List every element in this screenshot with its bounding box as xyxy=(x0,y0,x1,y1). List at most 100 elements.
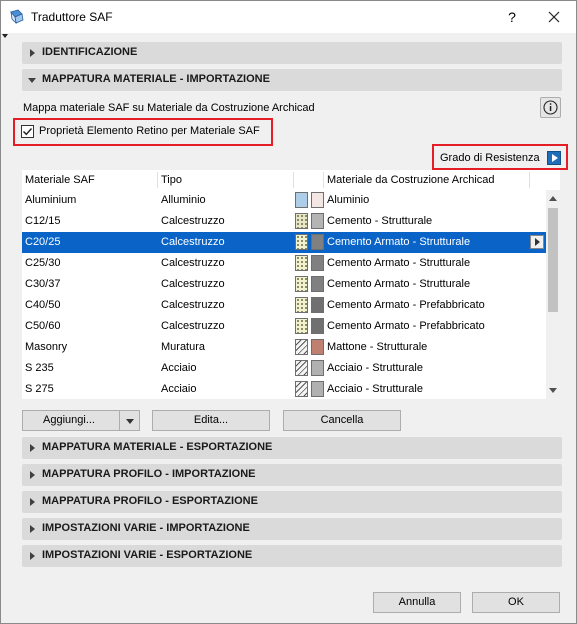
cell-materiale-archicad: Mattone - Strutturale xyxy=(327,341,428,353)
cell-materiale-archicad: Aluminio xyxy=(327,194,370,206)
cell-materiale-saf: S 275 xyxy=(25,383,54,395)
table-row[interactable]: C40/50 Calcestruzzo Cemento Armato - Prefa… xyxy=(22,295,546,316)
column-header-tipo[interactable]: Tipo xyxy=(161,174,182,186)
material-table: Materiale SAF Tipo Materiale da Costruzi… xyxy=(22,170,560,399)
section-label: IDENTIFICAZIONE xyxy=(42,46,138,58)
split-divider xyxy=(119,411,120,430)
cell-materiale-archicad: Cemento Armato - Prefabbricato xyxy=(327,320,485,332)
edit-button[interactable]: Edita... xyxy=(152,410,270,431)
expand-arrow-icon xyxy=(30,49,35,57)
play-arrow-icon xyxy=(535,238,540,246)
cell-materiale-saf: C50/60 xyxy=(25,320,61,332)
material-color-swatch xyxy=(311,255,324,271)
section-impostazioni-varie-importazione[interactable]: IMPOSTAZIONI VARIE - IMPORTAZIONE xyxy=(22,518,562,540)
section-label: IMPOSTAZIONI VARIE - IMPORTAZIONE xyxy=(42,522,250,534)
ok-button[interactable]: OK xyxy=(472,592,560,613)
cell-materiale-archicad: Cemento Armato - Prefabbricato xyxy=(327,299,485,311)
cell-materiale-saf: Masonry xyxy=(25,341,68,353)
add-button[interactable]: Aggiungi... xyxy=(22,410,140,431)
cancel-button[interactable]: Annulla xyxy=(373,592,461,613)
cell-materiale-saf: C40/50 xyxy=(25,299,61,311)
cell-materiale-saf: C30/37 xyxy=(25,278,61,290)
cell-materiale-archicad: Cemento Armato - Strutturale xyxy=(327,278,471,290)
grade-popup-button[interactable] xyxy=(547,151,561,165)
cell-materiale-archicad: Acciaio - Strutturale xyxy=(327,383,423,395)
cell-tipo: Calcestruzzo xyxy=(161,320,225,332)
cell-materiale-saf: S 235 xyxy=(25,362,54,374)
material-color-swatch xyxy=(311,339,324,355)
scroll-thumb[interactable] xyxy=(548,208,558,312)
table-row[interactable]: C25/30 Calcestruzzo Cemento Armato - Strut… xyxy=(22,253,546,274)
cell-materiale-archicad: Cemento Armato - Strutturale xyxy=(327,236,471,248)
fill-pattern-swatch xyxy=(295,339,308,355)
window-title: Traduttore SAF xyxy=(31,10,113,24)
table-row[interactable]: Masonry Muratura Mattone - Strutturale xyxy=(22,337,546,358)
cell-tipo: Acciaio xyxy=(161,383,197,395)
table-row[interactable]: S 235 Acciaio Acciaio - Strutturale xyxy=(22,358,546,379)
section-label: IMPOSTAZIONI VARIE - ESPORTAZIONE xyxy=(42,549,253,561)
cell-tipo: Calcestruzzo xyxy=(161,299,225,311)
fill-pattern-swatch xyxy=(295,234,308,250)
table-scrollbar[interactable] xyxy=(546,190,560,399)
expand-arrow-icon xyxy=(30,525,35,533)
delete-button[interactable]: Cancella xyxy=(283,410,401,431)
column-header-materiale-archicad[interactable]: Materiale da Costruzione Archicad xyxy=(327,174,495,186)
checkmark-icon xyxy=(23,128,33,136)
cell-tipo: Acciaio xyxy=(161,362,197,374)
close-icon[interactable] xyxy=(537,3,571,31)
material-color-swatch xyxy=(311,213,324,229)
table-row[interactable]: C50/60 Calcestruzzo Cemento Armato - Prefa… xyxy=(22,316,546,337)
table-row[interactable]: S 275 Acciaio Acciaio - Strutturale xyxy=(22,379,546,400)
help-button[interactable]: ? xyxy=(497,3,527,31)
section-label: MAPPATURA MATERIALE - IMPORTAZIONE xyxy=(42,73,270,85)
info-icon xyxy=(543,100,558,115)
title-bar: Traduttore SAF ? xyxy=(1,1,576,33)
material-picker-button[interactable] xyxy=(530,235,544,249)
cell-tipo: Calcestruzzo xyxy=(161,215,225,227)
column-header-materiale-saf[interactable]: Materiale SAF xyxy=(25,174,95,186)
checkbox-label: Proprietà Elemento Retino per Materiale … xyxy=(39,125,260,137)
section-mappatura-profilo-importazione[interactable]: MAPPATURA PROFILO - IMPORTAZIONE xyxy=(22,464,562,486)
mapping-description: Mappa materiale SAF su Materiale da Cost… xyxy=(23,102,315,114)
material-color-swatch xyxy=(311,192,324,208)
cell-materiale-archicad: Cemento - Strutturale xyxy=(327,215,433,227)
cell-materiale-archicad: Cemento Armato - Strutturale xyxy=(327,257,471,269)
material-color-swatch xyxy=(311,297,324,313)
table-row[interactable]: Aluminium Alluminio Aluminio xyxy=(22,190,546,211)
fill-pattern-swatch xyxy=(295,192,308,208)
dialog-window: Traduttore SAF ? IDENTIFICAZIONE MAPPATU… xyxy=(0,0,577,624)
table-row[interactable]: C30/37 Calcestruzzo Cemento Armato - Strut… xyxy=(22,274,546,295)
info-button[interactable] xyxy=(540,97,561,118)
section-identificazione[interactable]: IDENTIFICAZIONE xyxy=(22,42,562,64)
expand-arrow-icon xyxy=(30,498,35,506)
section-impostazioni-varie-esportazione[interactable]: IMPOSTAZIONI VARIE - ESPORTAZIONE xyxy=(22,545,562,567)
grade-label: Grado di Resistenza xyxy=(440,152,540,164)
section-mappatura-profilo-esportazione[interactable]: MAPPATURA PROFILO - ESPORTAZIONE xyxy=(22,491,562,513)
column-divider xyxy=(323,172,324,188)
expand-arrow-icon xyxy=(30,552,35,560)
material-color-swatch xyxy=(311,318,324,334)
material-color-swatch xyxy=(311,234,324,250)
column-divider xyxy=(529,172,530,188)
expand-arrow-icon xyxy=(30,471,35,479)
expand-arrow-icon xyxy=(30,444,35,452)
section-mappatura-materiale-importazione[interactable]: MAPPATURA MATERIALE - IMPORTAZIONE xyxy=(22,69,562,91)
chevron-down-icon[interactable] xyxy=(126,419,134,424)
cell-materiale-saf: C25/30 xyxy=(25,257,61,269)
section-label: MAPPATURA PROFILO - IMPORTAZIONE xyxy=(42,468,256,480)
material-color-swatch xyxy=(311,276,324,292)
material-color-swatch xyxy=(311,381,324,397)
hatch-property-checkbox[interactable] xyxy=(21,125,34,138)
cell-materiale-saf: Aluminium xyxy=(25,194,77,206)
cell-tipo: Calcestruzzo xyxy=(161,236,225,248)
fill-pattern-swatch xyxy=(295,213,308,229)
column-divider xyxy=(293,172,294,188)
fill-pattern-swatch xyxy=(295,360,308,376)
scroll-up-icon[interactable] xyxy=(549,196,557,201)
material-color-swatch xyxy=(311,360,324,376)
table-row[interactable]: C20/25 Calcestruzzo Cemento Armato - Strut… xyxy=(22,232,546,253)
fill-pattern-swatch xyxy=(295,297,308,313)
section-mappatura-materiale-esportazione[interactable]: MAPPATURA MATERIALE - ESPORTAZIONE xyxy=(22,437,562,459)
table-row[interactable]: C12/15 Calcestruzzo Cemento - Strutturale xyxy=(22,211,546,232)
scroll-down-icon[interactable] xyxy=(549,388,557,393)
